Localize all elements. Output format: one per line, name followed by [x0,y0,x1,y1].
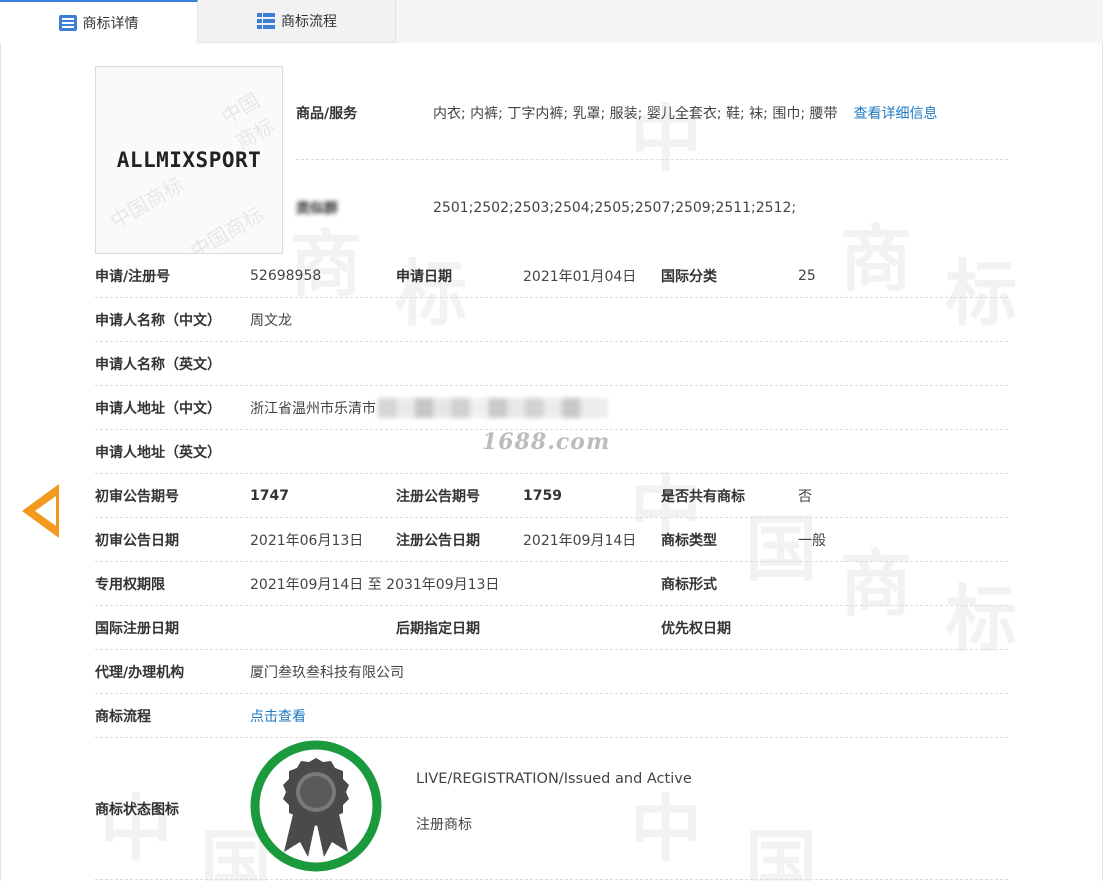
shared-value: 否 [798,489,812,505]
priority-date-label: 优先权日期 [661,621,731,637]
trademark-image: 中国商标 中国商标 中国商标 ALLMIXSPORT [95,66,283,254]
tab-trademark-flow[interactable]: 商标流程 [199,0,396,43]
redacted-address [378,398,608,418]
tab-detail-label: 商标详情 [82,15,139,32]
previous-arrow-icon[interactable] [22,484,59,538]
prelim-no-value: 1747 [250,488,289,504]
similar-group-label: 类似群 [296,201,338,217]
info-row: 申请人地址（中文） 浙江省温州市乐清市 [95,386,1008,430]
apply-date-value: 2021年01月04日 [523,269,637,285]
reg-pub-no-value: 1759 [523,488,562,504]
view-flow-link[interactable]: 点击查看 [250,694,306,738]
info-row: 国际注册日期 后期指定日期 优先权日期 [95,606,1008,650]
table-icon [257,13,275,29]
intl-class-value: 25 [798,268,816,284]
trademark-logo-text: ALLMIXSPORT [116,148,262,172]
logo-watermark: 中国商标 [186,202,268,254]
shared-label: 是否共有商标 [661,489,745,505]
divider [95,879,1008,880]
status-chinese: 注册商标 [416,817,472,833]
info-row: 初审公告日期 2021年06月13日 注册公告日期 2021年09月14日 商标… [95,518,1008,562]
goods-services-row: 商品/服务 内衣; 内裤; 丁字内裤; 乳罩; 服装; 婴儿全套衣; 鞋; 袜;… [296,101,1008,125]
prelim-no-label: 初审公告期号 [95,489,179,505]
tm-type-label: 商标类型 [661,533,717,549]
reg-pub-no-label: 注册公告期号 [396,489,480,505]
address-cn-text: 浙江省温州市乐清市 [250,401,376,417]
applicant-en-label: 申请人名称（英文） [95,357,221,373]
tm-type-value: 一般 [798,533,826,549]
address-en-label: 申请人地址（英文） [95,445,221,461]
tab-trademark-detail[interactable]: 商标详情 [0,0,198,43]
info-row: 商标流程 点击查看 [95,694,1008,738]
registered-badge-icon [250,740,382,872]
goods-value: 内衣; 内裤; 丁字内裤; 乳罩; 服装; 婴儿全套衣; 鞋; 袜; 围巾; 腰… [433,106,838,122]
logo-watermark: 中国商标 [217,88,279,155]
info-row: 代理/办理机构 厦门叁玖叁科技有限公司 [95,650,1008,694]
similar-group-row: 类似群 2501;2502;2503;2504;2505;2507;2509;2… [296,196,1008,220]
info-row: 申请人名称（中文） 周文龙 [95,298,1008,342]
apply-date-label: 申请日期 [396,269,452,285]
applicant-cn-value: 周文龙 [250,313,292,329]
address-cn-label: 申请人地址（中文） [95,401,221,417]
agent-value: 厦门叁玖叁科技有限公司 [250,665,404,681]
agent-label: 代理/办理机构 [95,665,185,681]
reg-no-label: 申请/注册号 [95,269,171,285]
view-details-link[interactable]: 查看详细信息 [854,103,938,123]
info-row: 初审公告期号 1747 注册公告期号 1759 是否共有商标 否 [95,474,1008,518]
prelim-date-label: 初审公告日期 [95,533,179,549]
info-row: 申请人名称（英文） [95,342,1008,386]
intl-reg-label: 国际注册日期 [95,621,179,637]
tab-flow-label: 商标流程 [281,14,337,30]
logo-watermark: 中国商标 [106,172,188,234]
applicant-cn-label: 申请人名称（中文） [95,313,221,329]
similar-group-value: 2501;2502;2503;2504;2505;2507;2509;2511;… [433,200,797,216]
reg-pub-date-value: 2021年09月14日 [523,533,637,549]
goods-label: 商品/服务 [296,106,358,122]
info-row: 申请/注册号 52698958 申请日期 2021年01月04日 国际分类 25 [95,254,1008,298]
exclusive-value: 2021年09月14日 至 2031年09月13日 [250,577,500,593]
status-icon-label: 商标状态图标 [95,802,179,818]
info-row: 专用权期限 2021年09月14日 至 2031年09月13日 商标形式 [95,562,1008,606]
reg-pub-date-label: 注册公告日期 [396,533,480,549]
tab-bar: 商标详情 商标流程 [0,0,1103,43]
reg-no-value: 52698958 [250,268,322,284]
site-watermark: 1688.com [482,429,611,455]
later-designation-label: 后期指定日期 [396,621,480,637]
tm-form-label: 商标形式 [661,577,717,593]
status-english: LIVE/REGISTRATION/Issued and Active [416,771,692,787]
list-icon [58,14,77,31]
flow-label: 商标流程 [95,709,151,725]
address-cn-value: 浙江省温州市乐清市 [250,386,608,430]
exclusive-label: 专用权期限 [95,577,165,593]
intl-class-label: 国际分类 [661,269,717,285]
divider [296,159,1008,160]
prelim-date-value: 2021年06月13日 [250,533,364,549]
